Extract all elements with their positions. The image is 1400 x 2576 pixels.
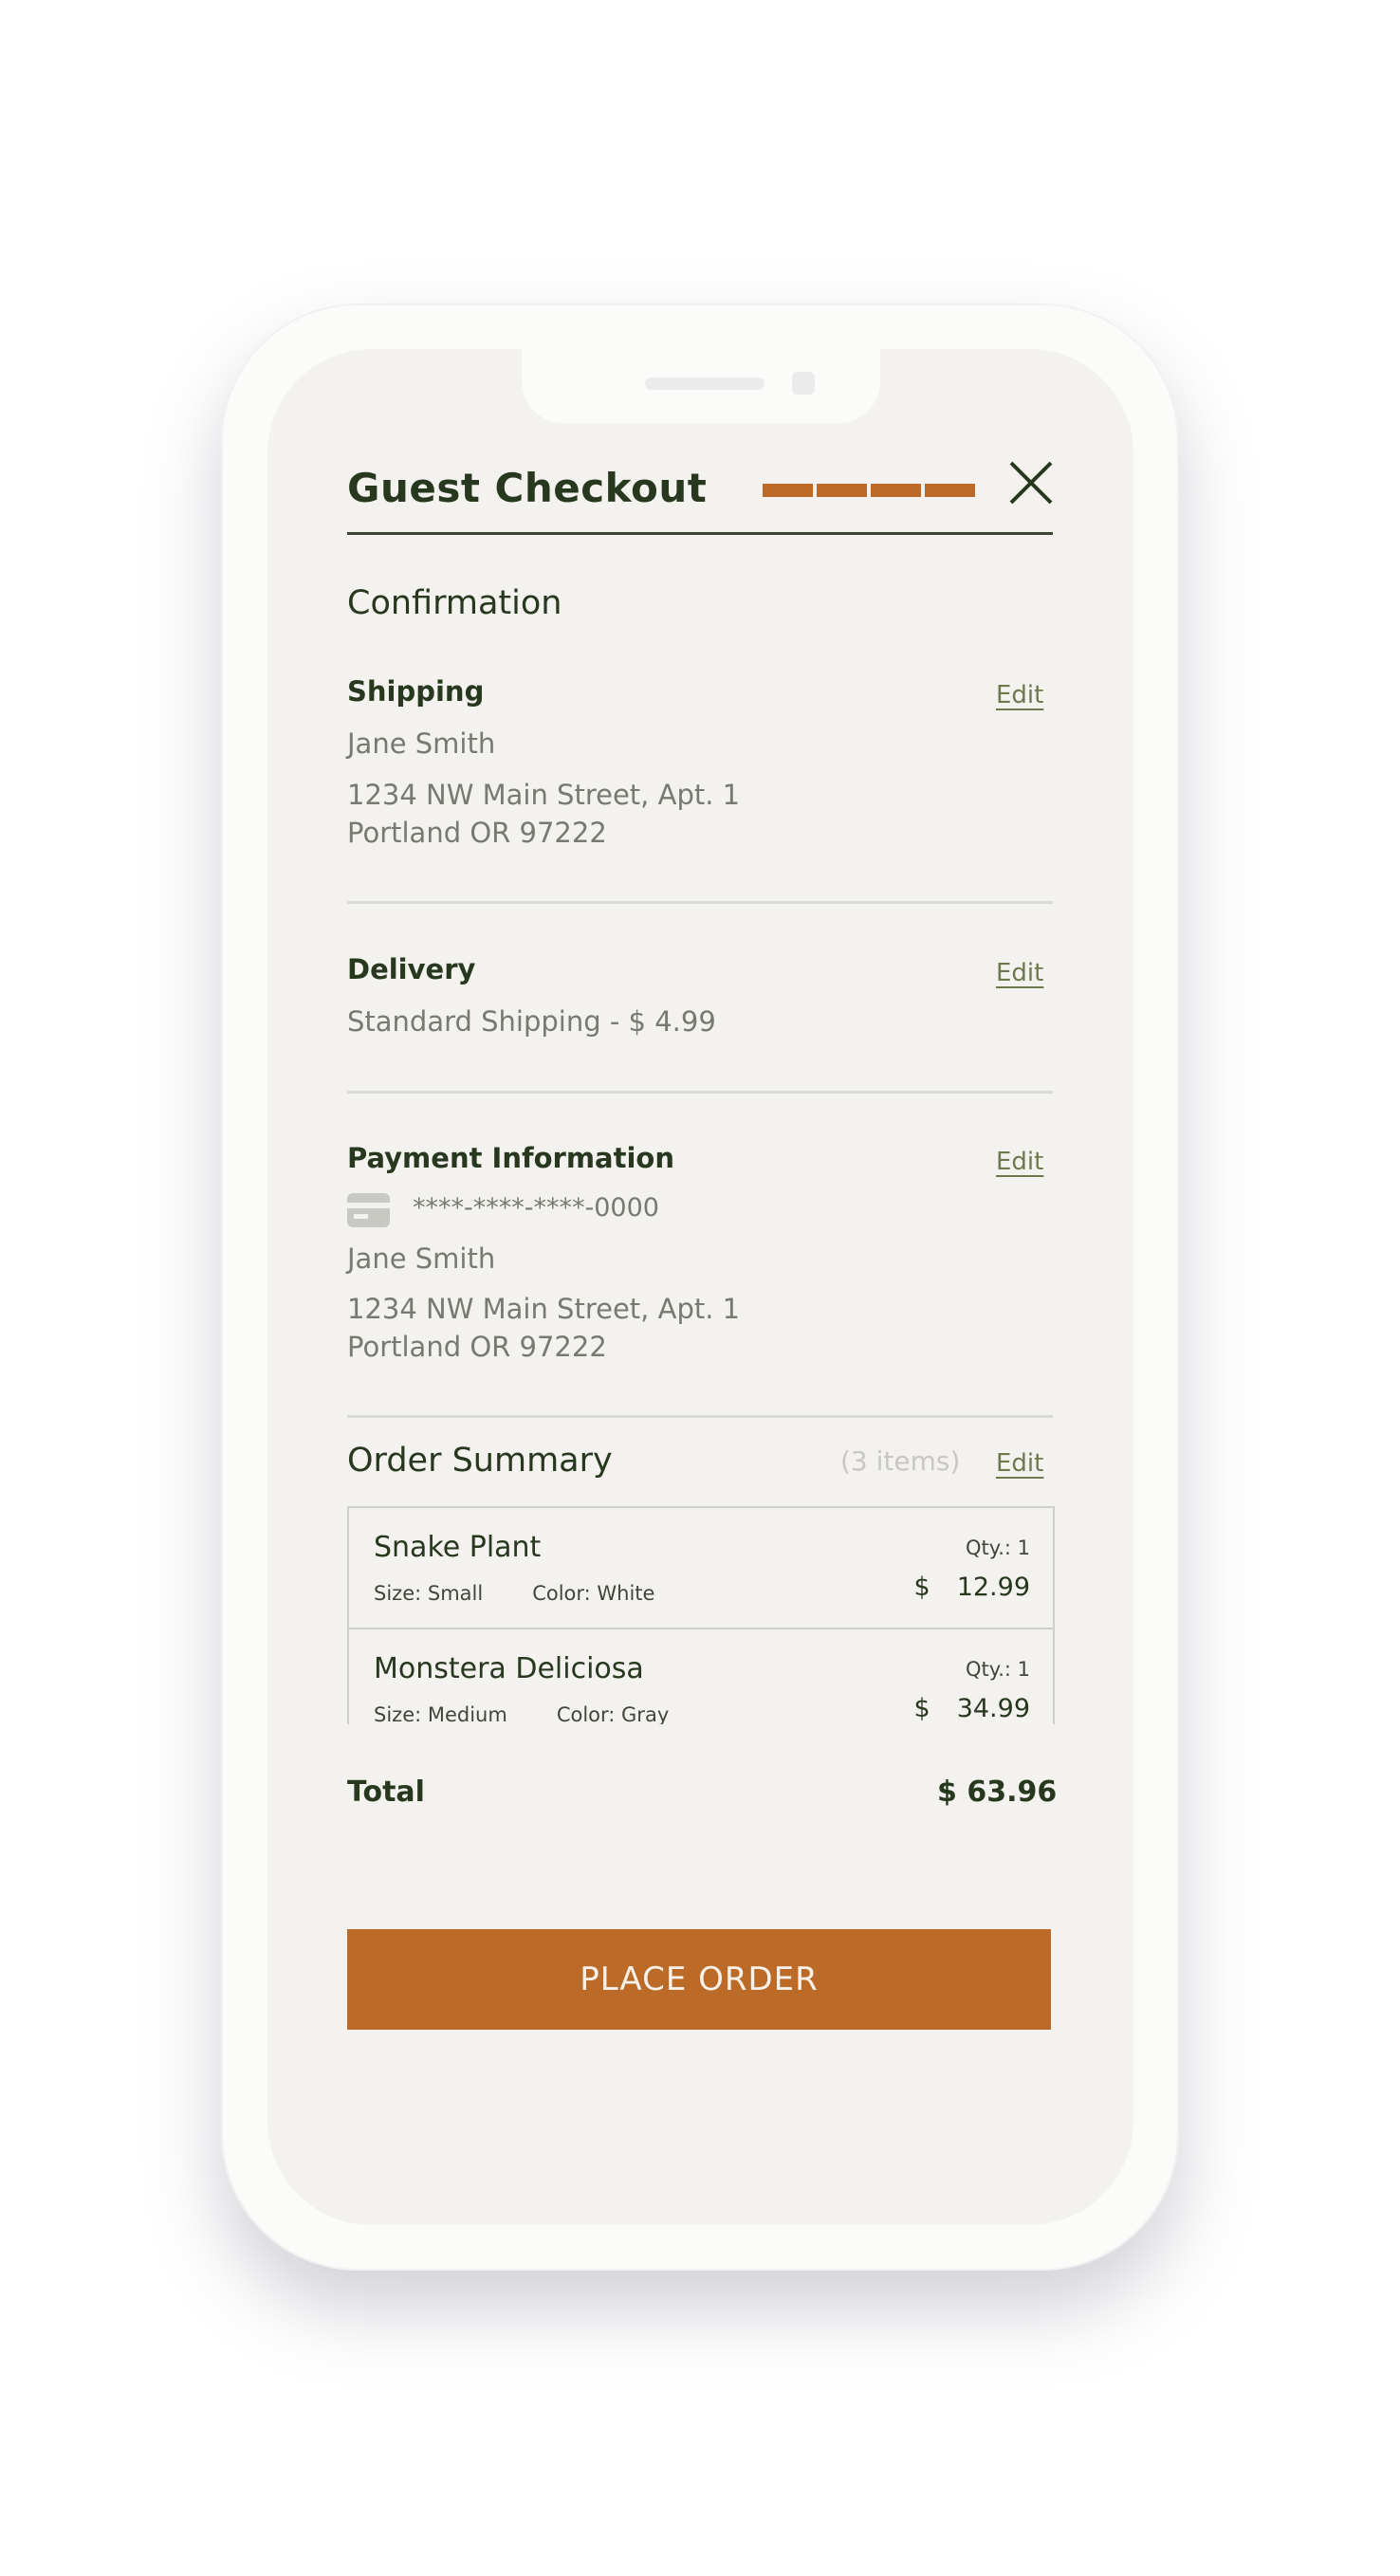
place-order-button[interactable]: PLACE ORDER <box>347 1929 1051 2030</box>
total-value: $ 63.96 <box>937 1776 1058 1809</box>
credit-card-icon <box>347 1193 390 1227</box>
item-currency: $ <box>913 1573 930 1602</box>
items-count: (3 items) <box>840 1445 961 1477</box>
item-name: Snake Plant <box>374 1531 542 1564</box>
shipping-edit-link[interactable]: Edit <box>996 681 1043 709</box>
section-divider <box>347 1091 1053 1094</box>
payment-name: Jane Smith <box>347 1242 496 1275</box>
item-qty: Qty.: 1 <box>966 1658 1030 1681</box>
payment-heading: Payment Information <box>347 1142 674 1174</box>
progress-step <box>817 484 867 497</box>
item-meta: Size: Medium Color: Gray <box>374 1703 669 1724</box>
shipping-address-line2: Portland OR 97222 <box>347 817 607 849</box>
progress-step <box>763 484 813 497</box>
header-divider <box>347 532 1053 535</box>
shipping-name: Jane Smith <box>347 727 496 760</box>
payment-edit-link[interactable]: Edit <box>996 1148 1043 1176</box>
delivery-method: Standard Shipping - $ 4.99 <box>347 1005 716 1038</box>
card-number: ****-****-****-0000 <box>413 1193 659 1223</box>
payment-address-line1: 1234 NW Main Street, Apt. 1 <box>347 1293 741 1325</box>
step-title: Confirmation <box>347 584 562 622</box>
item-currency: $ <box>913 1694 930 1723</box>
payment-address-line2: Portland OR 97222 <box>347 1331 607 1363</box>
item-qty: Qty.: 1 <box>966 1536 1030 1559</box>
phone-camera <box>792 372 815 395</box>
shipping-heading: Shipping <box>347 675 485 708</box>
delivery-heading: Delivery <box>347 953 476 985</box>
item-price: $12.99 <box>914 1573 1030 1602</box>
item-price-value: 12.99 <box>956 1573 1030 1602</box>
order-summary-edit-link[interactable]: Edit <box>996 1449 1043 1478</box>
close-icon[interactable] <box>1007 459 1055 506</box>
item-color: Color: White <box>532 1582 655 1605</box>
section-divider <box>347 1415 1053 1418</box>
delivery-edit-link[interactable]: Edit <box>996 959 1043 987</box>
item-size: Size: Medium <box>374 1703 507 1724</box>
page-title: Guest Checkout <box>347 465 708 511</box>
checkout-progress-bar <box>763 484 975 497</box>
list-item: Monstera Deliciosa Size: Medium Color: Gr… <box>349 1629 1053 1724</box>
item-price: $34.99 <box>914 1694 1030 1723</box>
item-meta: Size: Small Color: White <box>374 1582 654 1605</box>
item-price-value: 34.99 <box>956 1694 1030 1723</box>
order-items-list[interactable]: Snake Plant Size: Small Color: White Qty.… <box>347 1506 1055 1724</box>
phone-speaker <box>645 377 764 390</box>
total-label: Total <box>347 1776 425 1809</box>
shipping-address-line1: 1234 NW Main Street, Apt. 1 <box>347 779 741 811</box>
item-color: Color: Gray <box>556 1703 670 1724</box>
order-summary-heading: Order Summary <box>347 1442 613 1480</box>
item-size: Size: Small <box>374 1582 484 1605</box>
item-name: Monstera Deliciosa <box>374 1652 644 1685</box>
list-item: Snake Plant Size: Small Color: White Qty.… <box>349 1508 1053 1629</box>
progress-step <box>871 484 921 497</box>
section-divider <box>347 901 1053 904</box>
progress-step <box>925 484 975 497</box>
